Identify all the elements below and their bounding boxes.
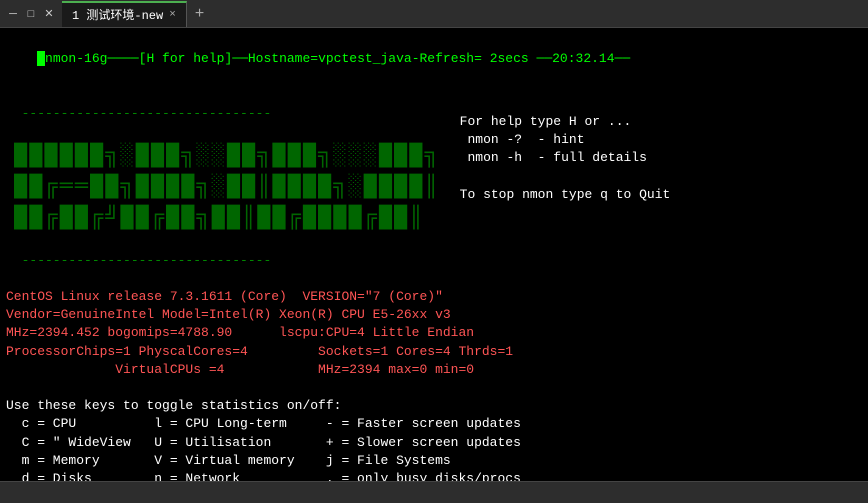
logo-border-bot: --------------------------------: [6, 252, 440, 270]
title-bar: ─ □ ✕ 1 测试环境-new × +: [0, 0, 868, 28]
sysinfo-line-4: ProcessorChips=1 PhyscalCores=4 Sockets=…: [6, 343, 862, 361]
blank-line-2: [6, 123, 440, 141]
logo-border-top: --------------------------------: [6, 105, 440, 123]
blank-line-5: [6, 379, 862, 397]
tab-bar: 1 测试环境-new × +: [62, 1, 212, 27]
help-line-4: To stop nmon type q to Quit: [460, 186, 671, 204]
help-area: For help type H or ... nmon -? - hint nm…: [460, 105, 671, 270]
header-cursor: [37, 51, 45, 66]
window-controls: ─ □ ✕: [4, 5, 58, 23]
sysinfo-line-2: Vendor=GenuineIntel Model=Intel(R) Xeon(…: [6, 306, 862, 324]
terminal-area[interactable]: nmon-16g────[H for help]──Hostname=vpcte…: [0, 28, 868, 481]
toggle-line-4: d = Disks n = Network . = only busy disk…: [6, 470, 862, 481]
toggle-line-1: c = CPU l = CPU Long-term - = Faster scr…: [6, 415, 862, 433]
sysinfo-line-5: VirtualCPUs =4 MHz=2394 max=0 min=0: [6, 361, 862, 379]
toggle-header: Use these keys to toggle statistics on/o…: [6, 397, 862, 415]
blank-line-4: [6, 270, 862, 288]
toggle-line-3: m = Memory V = Virtual memory j = File S…: [6, 452, 862, 470]
help-blank: [460, 167, 671, 185]
help-line-2: nmon -? - hint: [460, 131, 671, 149]
nmon-logo: ██████╗░███╗░░██╗███╗░░░███╗ ██╔══██╗███…: [6, 141, 440, 233]
blank-line-1: [6, 87, 862, 105]
tab-close-icon[interactable]: ×: [169, 9, 176, 21]
toggle-line-2: C = " WideView U = Utilisation + = Slowe…: [6, 434, 862, 452]
blank-line-3: [6, 234, 440, 252]
minimize-button[interactable]: ─: [4, 5, 22, 23]
help-line-1: For help type H or ...: [460, 113, 671, 131]
active-tab[interactable]: 1 测试环境-new ×: [62, 1, 187, 27]
maximize-button[interactable]: □: [22, 5, 40, 23]
new-tab-button[interactable]: +: [187, 1, 212, 27]
logo-help-section: -------------------------------- ██████╗…: [6, 105, 862, 270]
sysinfo-line-3: MHz=2394.452 bogomips=4788.90 lscpu:CPU=…: [6, 324, 862, 342]
status-bar: [0, 481, 868, 503]
sysinfo-line-1: CentOS Linux release 7.3.1611 (Core) VER…: [6, 288, 862, 306]
help-line-3: nmon -h - full details: [460, 149, 671, 167]
logo-area: -------------------------------- ██████╗…: [6, 105, 440, 270]
terminal-header-line: nmon-16g────[H for help]──Hostname=vpcte…: [6, 32, 862, 87]
close-button[interactable]: ✕: [40, 5, 58, 23]
tab-label: 1 测试环境-new: [72, 6, 163, 23]
